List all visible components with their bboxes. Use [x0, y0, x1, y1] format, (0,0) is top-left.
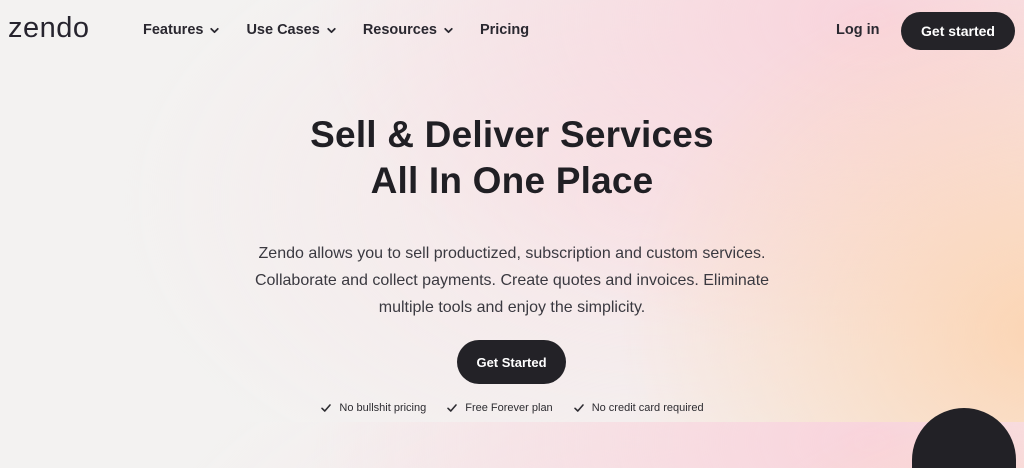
top-navigation: zendo Features Use Cases Resources Prici… — [0, 0, 1024, 62]
hero-title-line: Sell & Deliver Services — [310, 114, 714, 155]
feature-item: No bullshit pricing — [320, 402, 426, 414]
feature-item: Free Forever plan — [446, 402, 553, 414]
get-started-nav-button[interactable]: Get started — [901, 12, 1015, 50]
chevron-down-icon — [327, 27, 336, 33]
get-started-hero-button[interactable]: Get Started — [457, 340, 566, 384]
hero-title: Sell & Deliver Services All In One Place — [0, 112, 1024, 204]
chevron-down-icon — [444, 27, 453, 33]
nav-item-resources[interactable]: Resources — [363, 22, 454, 38]
feature-label: No credit card required — [591, 402, 704, 414]
nav-item-features[interactable]: Features — [143, 22, 220, 38]
nav-item-label: Resources — [362, 22, 437, 38]
check-icon — [321, 404, 332, 412]
nav-item-pricing[interactable]: Pricing — [480, 22, 529, 38]
main-menu: Features Use Cases Resources Pricing — [143, 22, 555, 38]
zendo-logo[interactable]: zendo — [8, 12, 90, 45]
hero-description-line: multiple tools and enjoy the simplicity. — [378, 299, 646, 316]
chevron-down-icon — [210, 27, 220, 33]
hero-description-line: Collaborate and collect payments. Create… — [254, 272, 770, 289]
hero-description: Zendo allows you to sell productized, su… — [0, 240, 1024, 321]
check-icon — [447, 404, 458, 412]
hero-description-line: Zendo allows you to sell productized, su… — [258, 245, 766, 262]
nav-item-label: Use Cases — [246, 22, 320, 38]
login-link[interactable]: Log in — [836, 22, 880, 38]
nav-item-label: Features — [143, 22, 204, 38]
hero-title-line: All In One Place — [370, 160, 654, 201]
feature-item: No credit card required — [573, 402, 704, 414]
check-icon — [573, 404, 584, 412]
nav-item-use-cases[interactable]: Use Cases — [246, 22, 336, 38]
nav-item-label: Pricing — [479, 22, 530, 38]
feature-label: No bullshit pricing — [339, 402, 427, 414]
feature-label: Free Forever plan — [465, 402, 553, 414]
chat-widget-button[interactable] — [912, 408, 1016, 468]
feature-list: No bullshit pricing Free Forever plan No… — [0, 402, 1024, 414]
